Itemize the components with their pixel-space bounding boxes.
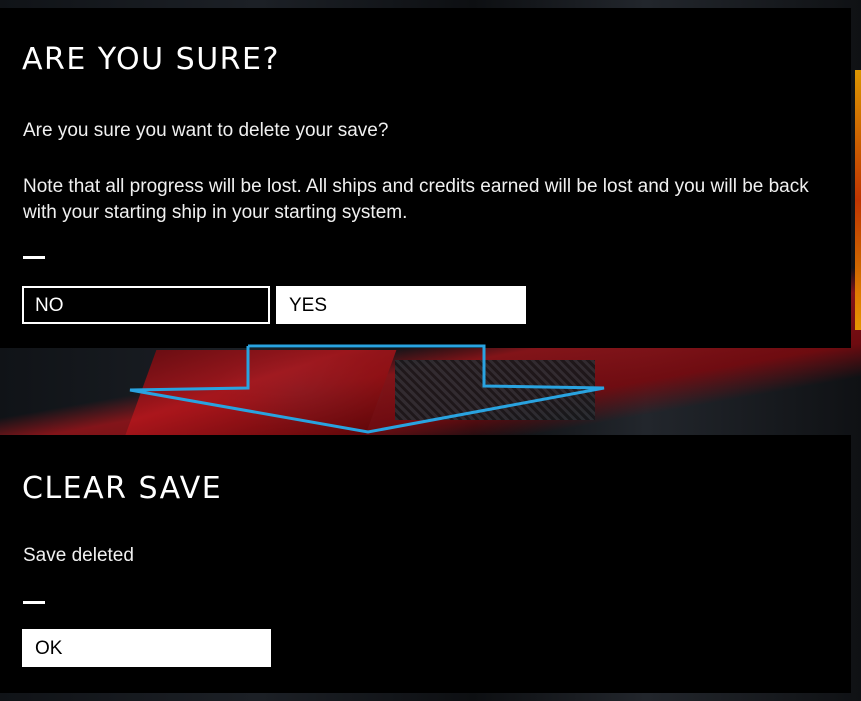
dialog-question: Are you sure you want to delete your sav… bbox=[23, 120, 389, 141]
clear-save-dialog: CLEAR SAVE Save deleted OK bbox=[0, 435, 851, 693]
dialog-note: Note that all progress will be lost. All… bbox=[23, 176, 809, 223]
no-button[interactable]: NO bbox=[22, 286, 270, 324]
ok-button[interactable]: OK bbox=[22, 629, 271, 667]
dialog-divider bbox=[23, 601, 45, 604]
ship-hull bbox=[123, 350, 397, 440]
yes-button[interactable]: YES bbox=[276, 286, 526, 324]
background-light-strip bbox=[855, 70, 861, 330]
dialog-title: CLEAR SAVE bbox=[22, 471, 223, 506]
dialog-message: Save deleted bbox=[23, 545, 134, 566]
dialog-title: ARE YOU SURE? bbox=[22, 42, 280, 77]
dialog-divider bbox=[23, 256, 45, 259]
confirm-delete-dialog: ARE YOU SURE? Are you sure you want to d… bbox=[0, 8, 851, 348]
ship-grille bbox=[395, 360, 595, 420]
